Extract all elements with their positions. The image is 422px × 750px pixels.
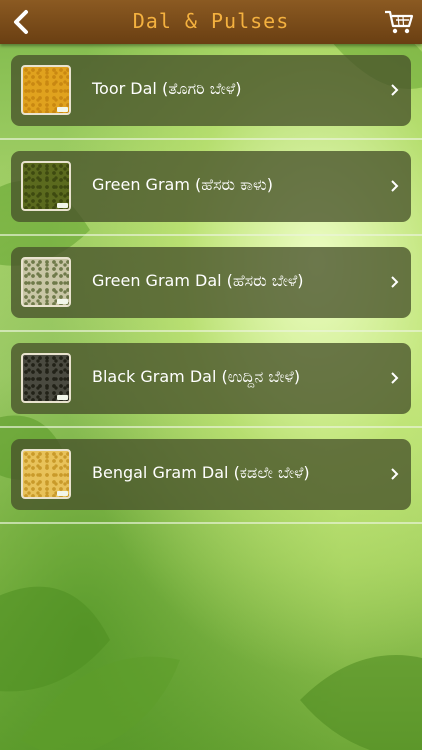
chevron-right-icon <box>391 276 399 288</box>
chevron-right-icon <box>391 180 399 192</box>
item-label: Green Gram Dal (ಹೆಸರು ಬೇಳೆ) <box>92 271 304 290</box>
shopping-cart-icon[interactable] <box>384 9 414 35</box>
list-row: Black Gram Dal (ಉದ್ದಿನ ಬೇಳೆ) <box>0 332 422 428</box>
chevron-right-icon <box>391 84 399 96</box>
product-thumbnail <box>21 161 71 211</box>
brand-tag-icon <box>57 299 68 304</box>
brand-tag-icon <box>57 395 68 400</box>
list-row: Green Gram Dal (ಹೆಸರು ಬೇಳೆ) <box>0 236 422 332</box>
list-row: Green Gram (ಹೆಸರು ಕಾಳು) <box>0 140 422 236</box>
list-item-toor-dal[interactable]: Toor Dal (ತೊಗರಿ ಬೇಳೆ) <box>11 55 411 126</box>
list-row: Toor Dal (ತೊಗರಿ ಬೇಳೆ) <box>0 44 422 140</box>
product-thumbnail <box>21 65 71 115</box>
product-thumbnail <box>21 449 71 499</box>
chevron-right-icon <box>391 468 399 480</box>
product-thumbnail <box>21 257 71 307</box>
product-list: Toor Dal (ತೊಗರಿ ಬೇಳೆ) Green Gram (ಹೆಸರು … <box>0 44 422 524</box>
item-label: Green Gram (ಹೆಸರು ಕಾಳು) <box>92 175 273 194</box>
brand-tag-icon <box>57 491 68 496</box>
list-row: Bengal Gram Dal (ಕಡಲೇ ಬೇಳೆ) <box>0 428 422 524</box>
list-item-green-gram[interactable]: Green Gram (ಹೆಸರು ಕಾಳು) <box>11 151 411 222</box>
header-bar: Dal & Pulses <box>0 0 422 44</box>
chevron-right-icon <box>391 372 399 384</box>
page-title: Dal & Pulses <box>132 9 290 33</box>
item-label: Bengal Gram Dal (ಕಡಲೇ ಬೇಳೆ) <box>92 463 310 482</box>
brand-tag-icon <box>57 203 68 208</box>
list-item-green-gram-dal[interactable]: Green Gram Dal (ಹೆಸರು ಬೇಳೆ) <box>11 247 411 318</box>
item-label: Black Gram Dal (ಉದ್ದಿನ ಬೇಳೆ) <box>92 367 301 386</box>
list-item-black-gram-dal[interactable]: Black Gram Dal (ಉದ್ದಿನ ಬೇಳೆ) <box>11 343 411 414</box>
item-label: Toor Dal (ತೊಗರಿ ಬೇಳೆ) <box>92 79 242 98</box>
list-item-bengal-gram-dal[interactable]: Bengal Gram Dal (ಕಡಲೇ ಬೇಳೆ) <box>11 439 411 510</box>
brand-tag-icon <box>57 107 68 112</box>
product-thumbnail <box>21 353 71 403</box>
